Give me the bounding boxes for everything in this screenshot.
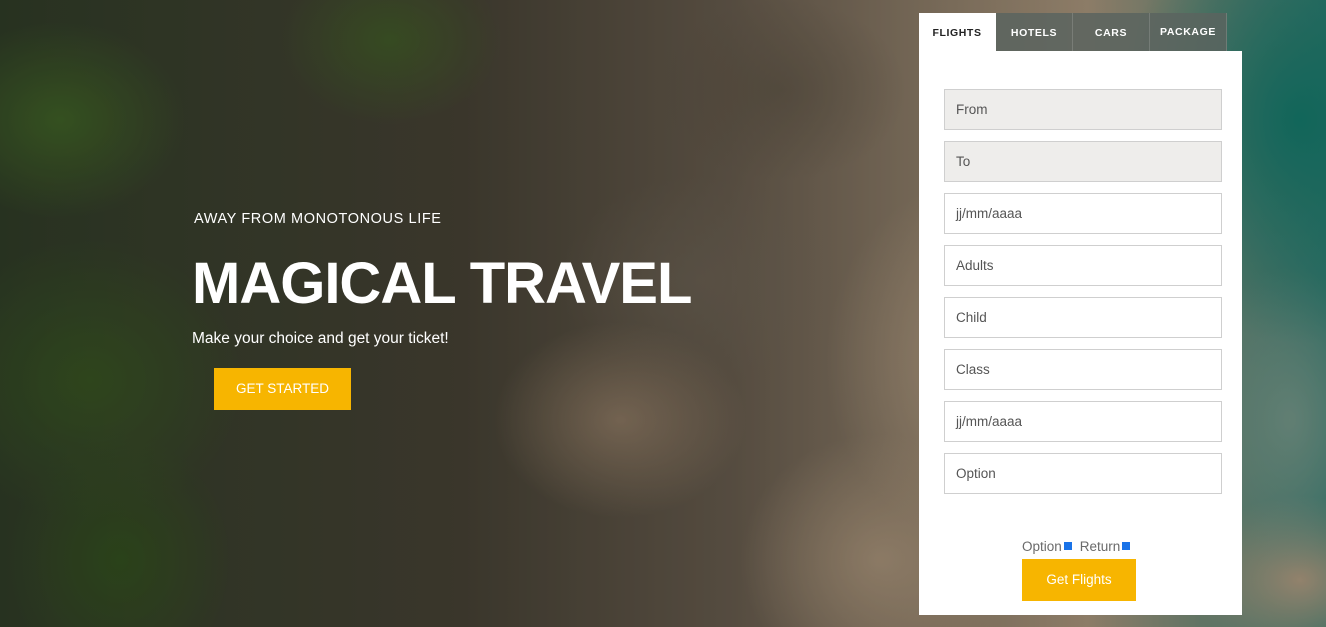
tab-package[interactable]: PACKAGE: [1150, 13, 1227, 51]
from-field[interactable]: From: [944, 89, 1222, 130]
departure-date-field[interactable]: jj/mm/aaaa: [944, 193, 1222, 234]
trip-type-return[interactable]: Return: [1080, 539, 1131, 554]
return-radio-icon[interactable]: [1122, 542, 1131, 550]
booking-widget: FLIGHTS HOTELS CARS PACKAGE From To jj/m…: [919, 13, 1242, 615]
option-field[interactable]: Option: [944, 453, 1222, 494]
trip-type-option-label: Option: [1022, 538, 1062, 554]
hero-tagline: Make your choice and get your ticket!: [192, 330, 449, 347]
trip-type-group: Option Return: [1022, 538, 1131, 554]
option-radio-icon[interactable]: [1063, 542, 1072, 550]
child-field[interactable]: Child: [944, 297, 1222, 338]
hero-section: AWAY FROM MONOTONOUS LIFE MAGICAL TRAVEL…: [192, 208, 752, 410]
get-flights-button[interactable]: Get Flights: [1022, 559, 1136, 601]
booking-tabs: FLIGHTS HOTELS CARS PACKAGE: [919, 13, 1242, 51]
trip-type-option[interactable]: Option: [1022, 539, 1072, 554]
class-field[interactable]: Class: [944, 349, 1222, 390]
hero-headline: MAGICAL TRAVEL: [192, 251, 692, 316]
tab-flights[interactable]: FLIGHTS: [919, 13, 996, 51]
flight-search-form: From To jj/mm/aaaa Adults Child Class jj…: [919, 51, 1242, 615]
adults-field[interactable]: Adults: [944, 245, 1222, 286]
get-started-button[interactable]: GET STARTED: [214, 368, 351, 410]
tab-cars[interactable]: CARS: [1073, 13, 1150, 51]
trip-type-return-label: Return: [1079, 538, 1121, 554]
return-date-field[interactable]: jj/mm/aaaa: [944, 401, 1222, 442]
hero-eyebrow: AWAY FROM MONOTONOUS LIFE: [194, 211, 442, 227]
to-field[interactable]: To: [944, 141, 1222, 182]
tab-hotels[interactable]: HOTELS: [996, 13, 1073, 51]
